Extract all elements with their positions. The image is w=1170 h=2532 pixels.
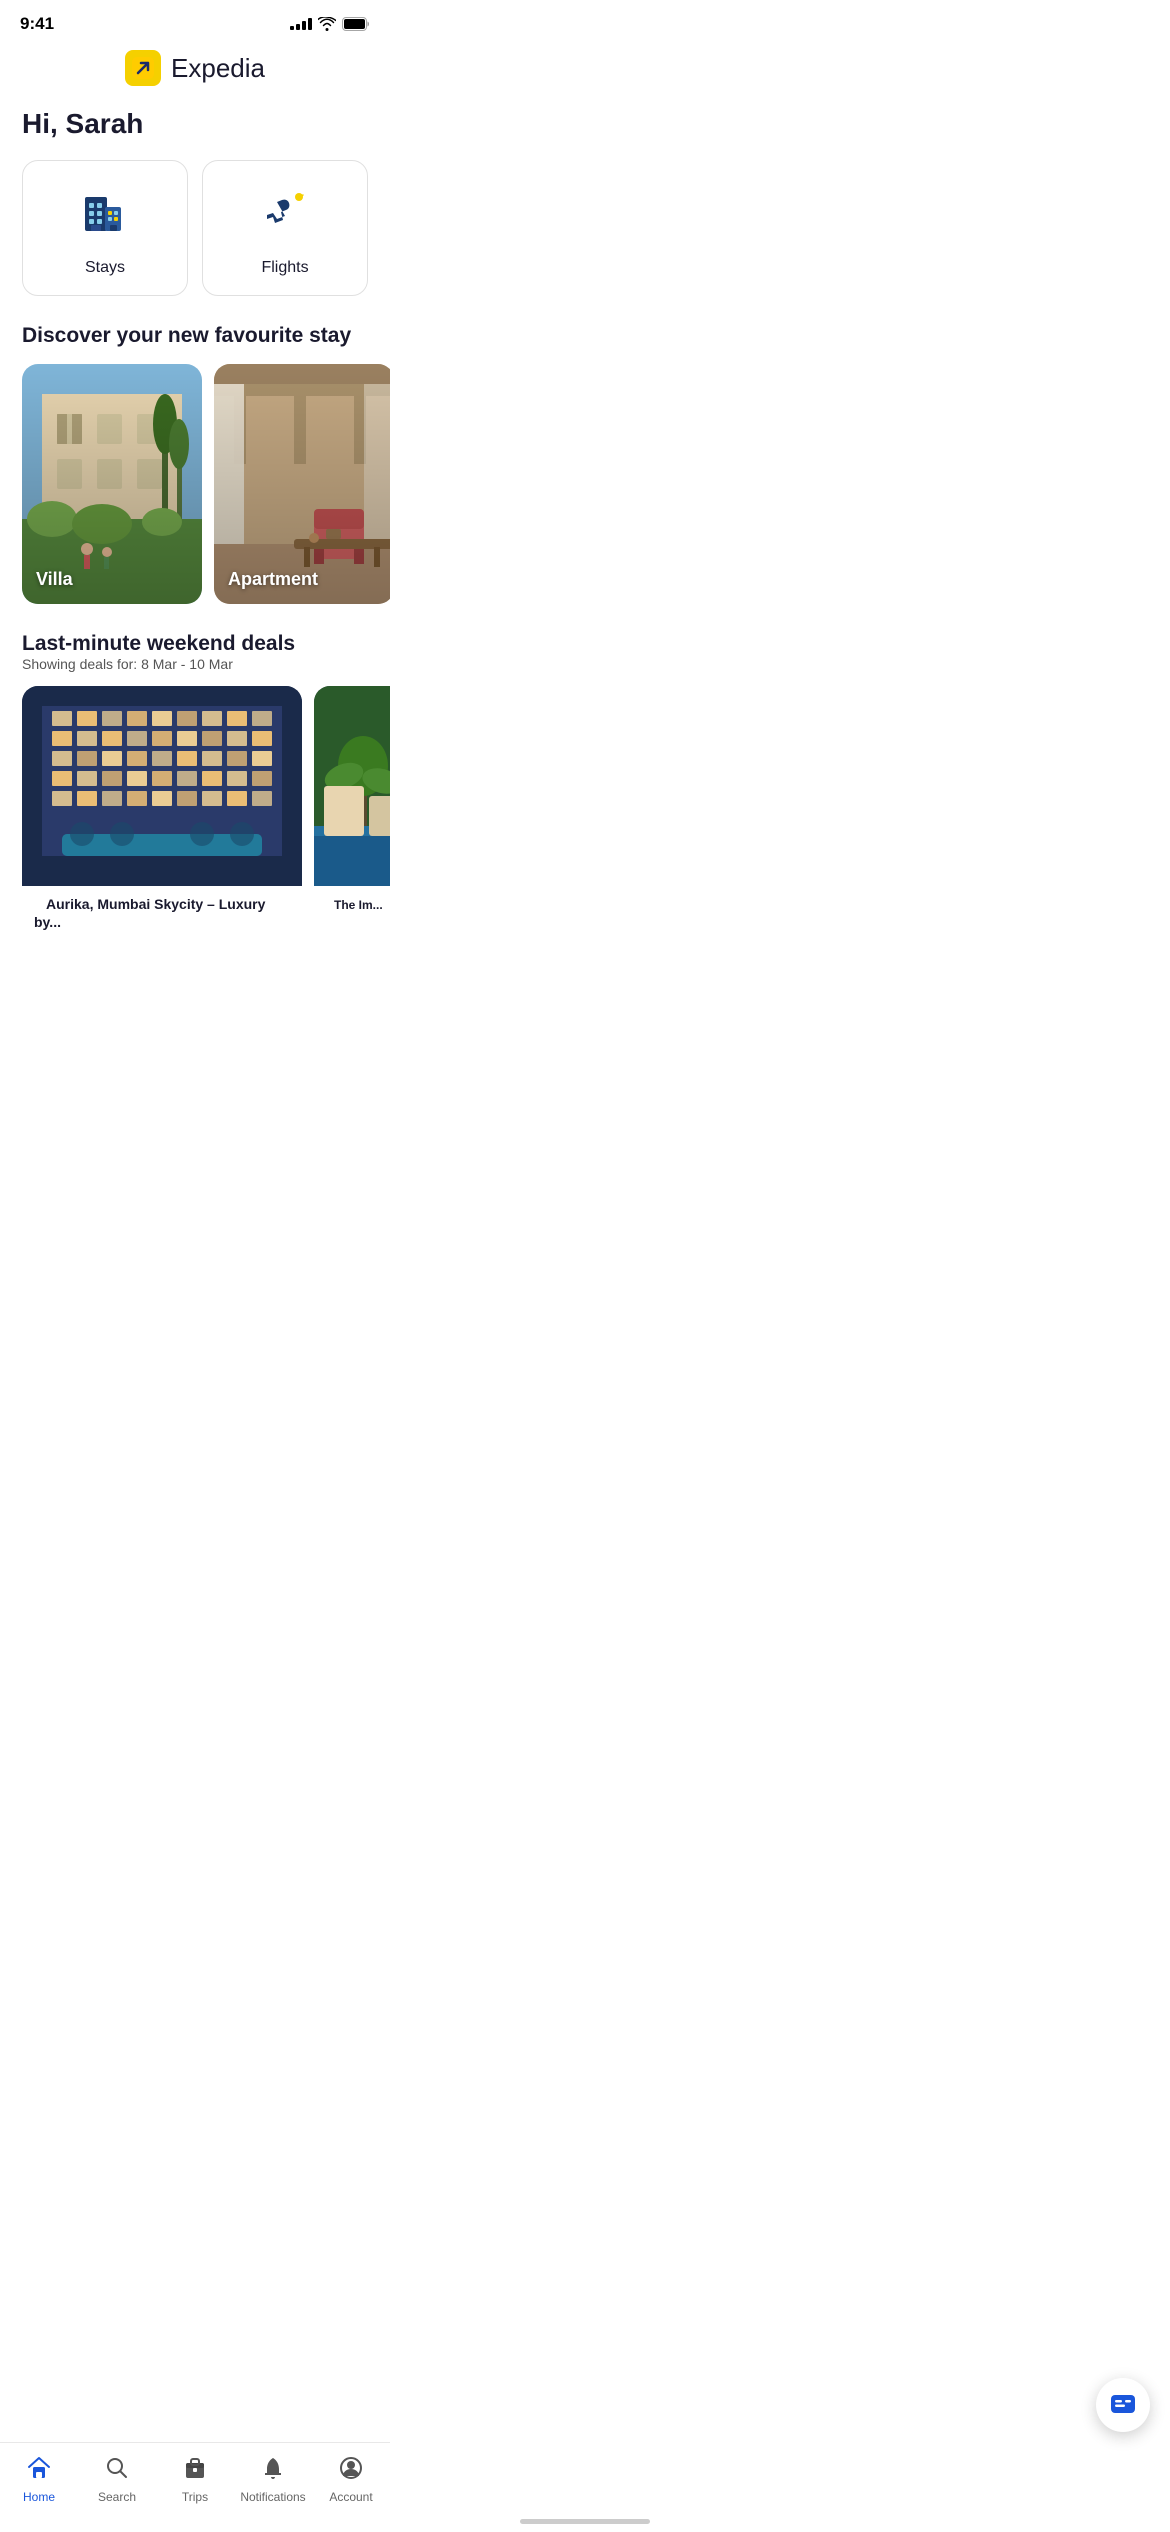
trips-label: Trips (182, 2490, 208, 2504)
apartment-illustration (214, 364, 390, 604)
im-image (314, 686, 390, 886)
aurika-image (22, 686, 302, 886)
app-header: Expedia (0, 40, 390, 100)
chat-button[interactable] (1096, 2378, 1150, 2432)
greeting-section: Hi, Sarah (0, 100, 390, 160)
bottom-nav: Home Search Trips (0, 2442, 390, 2532)
aurika-card[interactable]: Aurika, Mumbai Skycity – Luxury by... (22, 686, 302, 944)
apartment-label: Apartment (228, 569, 318, 590)
flights-label: Flights (261, 259, 308, 277)
nav-home[interactable]: Home (0, 2455, 78, 2504)
flights-button[interactable]: Flights (202, 160, 368, 296)
expedia-logo: Expedia (125, 50, 265, 86)
home-indicator (520, 2519, 650, 2524)
logo-text: Expedia (171, 53, 265, 84)
signal-icon (290, 18, 312, 30)
aurika-name: Aurika, Mumbai Skycity – Luxury by... (34, 886, 265, 938)
nav-account[interactable]: Account (312, 2455, 390, 2504)
stays-label: Stays (85, 259, 125, 277)
logo-icon (125, 50, 161, 86)
discover-title: Discover your new favourite stay (0, 324, 390, 364)
stays-icon (77, 183, 133, 247)
stays-button[interactable]: Stays (22, 160, 188, 296)
bell-icon (260, 2455, 286, 2486)
nav-search[interactable]: Search (78, 2455, 156, 2504)
deals-section: Last-minute weekend deals Showing deals … (0, 632, 390, 1044)
home-icon (26, 2455, 52, 2486)
quick-actions: Stays Flights (0, 160, 390, 324)
wifi-icon (318, 17, 336, 31)
im-card[interactable]: The Im... (314, 686, 390, 944)
nav-trips[interactable]: Trips (156, 2455, 234, 2504)
search-label: Search (98, 2490, 136, 2504)
villa-card[interactable]: Villa (22, 364, 202, 604)
flights-icon (257, 183, 313, 247)
villa-label: Villa (36, 569, 73, 590)
trips-icon (182, 2455, 208, 2486)
status-bar: 9:41 (0, 0, 390, 40)
notifications-label: Notifications (240, 2490, 305, 2504)
account-icon (338, 2455, 364, 2486)
discover-section: Discover your new favourite stay (0, 324, 390, 632)
deals-subtitle: Showing deals for: 8 Mar - 10 Mar (0, 656, 390, 686)
status-icons (290, 17, 370, 31)
deals-scroll[interactable]: Aurika, Mumbai Skycity – Luxury by... (0, 686, 390, 1044)
villa-illustration (22, 364, 202, 604)
search-icon (104, 2455, 130, 2486)
nav-notifications[interactable]: Notifications (234, 2455, 312, 2504)
account-label: Account (329, 2490, 372, 2504)
apartment-card[interactable]: Apartment (214, 364, 390, 604)
battery-icon (342, 17, 370, 31)
im-name: The Im... (322, 888, 390, 920)
discover-scroll[interactable]: Villa (0, 364, 390, 632)
greeting-text: Hi, Sarah (22, 108, 368, 140)
status-time: 9:41 (20, 14, 54, 34)
home-label: Home (23, 2490, 55, 2504)
